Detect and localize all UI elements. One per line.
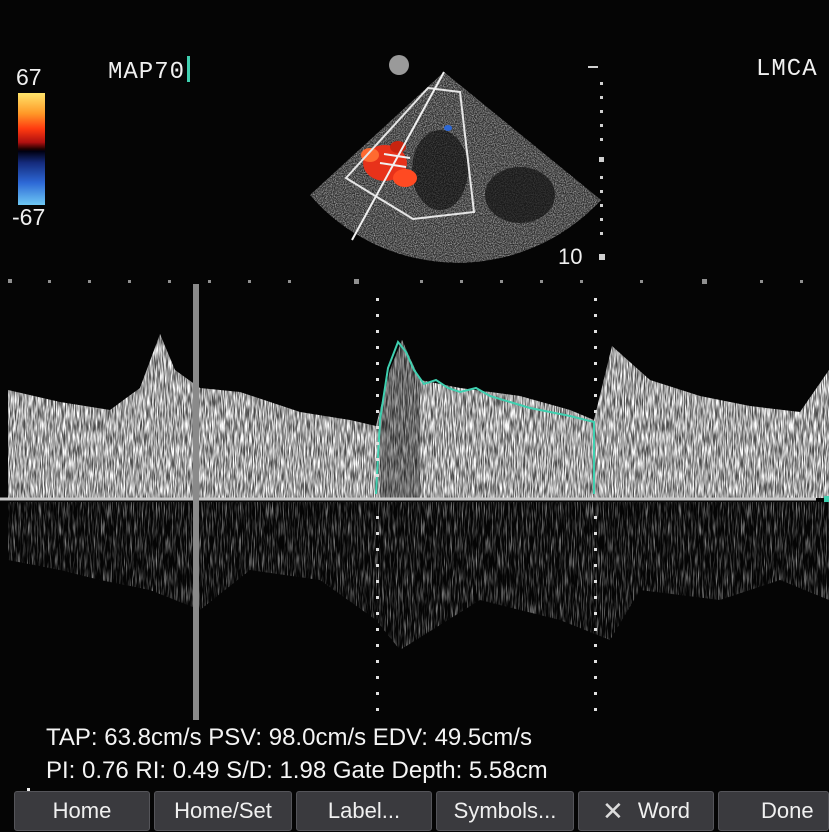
time-cursor-line[interactable] bbox=[193, 284, 199, 720]
measurement-indices: PI: 0.76 RI: 0.49 S/D: 1.98 Gate Depth: … bbox=[46, 757, 548, 784]
label-button[interactable]: Label... bbox=[296, 791, 432, 831]
ultrasound-screen: MAP70 LMCA 67 -67 10 TAP: 63.8cm/s PSV: … bbox=[0, 0, 829, 832]
home-button-label: Home bbox=[52, 798, 112, 823]
measurement-velocities: TAP: 63.8cm/s PSV: 98.0cm/s EDV: 49.5cm/… bbox=[46, 724, 532, 751]
color-scale-min: -67 bbox=[12, 204, 46, 230]
softkey-toolbar: Home Home/Set Label... Symbols... ✕ Word … bbox=[0, 788, 829, 832]
home-set-button-label: Home/Set bbox=[174, 798, 272, 823]
color-scale-max: 67 bbox=[16, 64, 42, 90]
close-x-icon: ✕ bbox=[602, 795, 624, 826]
symbols-button-label: Symbols... bbox=[453, 798, 557, 823]
label-button-label: Label... bbox=[327, 798, 401, 823]
orientation-marker bbox=[389, 55, 409, 75]
preset-label[interactable]: MAP70 bbox=[108, 56, 191, 86]
color-scale-bar bbox=[18, 93, 45, 205]
depth-ruler bbox=[588, 66, 605, 260]
probe-label: LMCA bbox=[756, 56, 818, 83]
word-button-label: Word bbox=[637, 798, 690, 823]
spectral-doppler-trace bbox=[0, 279, 829, 720]
home-button[interactable]: Home bbox=[14, 791, 150, 831]
done-button[interactable]: Done bbox=[718, 791, 829, 831]
done-button-label: Done bbox=[761, 798, 814, 823]
word-button[interactable]: ✕ Word bbox=[578, 791, 714, 831]
symbols-button[interactable]: Symbols... bbox=[436, 791, 574, 831]
home-set-button[interactable]: Home/Set bbox=[154, 791, 292, 831]
depth-marker-label: 10 bbox=[558, 244, 583, 269]
text-cursor bbox=[187, 56, 191, 82]
